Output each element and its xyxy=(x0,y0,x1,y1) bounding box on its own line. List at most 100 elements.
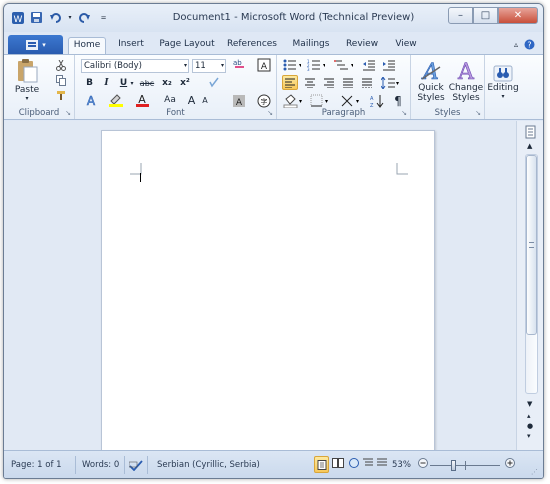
editing-group: Editing ▾ xyxy=(485,55,521,119)
web-layout-icon[interactable] xyxy=(348,458,360,473)
subscript-button[interactable]: x₂ xyxy=(160,76,174,90)
paste-dropdown-icon[interactable]: ▾ xyxy=(25,95,28,102)
print-layout-icon xyxy=(317,459,326,470)
tab-view[interactable]: View xyxy=(390,37,422,54)
bold-button[interactable]: B xyxy=(83,76,96,90)
copy-icon[interactable] xyxy=(54,74,68,87)
minimize-button[interactable]: – xyxy=(448,7,473,24)
svg-text:▾: ▾ xyxy=(396,80,399,87)
zoom-slider[interactable] xyxy=(430,458,500,473)
svg-text:▾: ▾ xyxy=(325,98,328,105)
justify-icon[interactable] xyxy=(340,75,356,90)
cut-icon[interactable] xyxy=(54,59,68,72)
underline-dropdown-icon[interactable]: ▾ xyxy=(129,76,135,90)
zoom-slider-thumb[interactable] xyxy=(451,460,456,471)
align-center-icon[interactable] xyxy=(302,75,318,90)
shrink-font-button[interactable]: A xyxy=(199,93,211,107)
tab-home[interactable]: Home xyxy=(68,37,106,54)
font-color-icon[interactable]: A xyxy=(132,93,154,107)
resize-grip-icon[interactable]: ⋰ xyxy=(531,465,538,478)
quick-styles-label: Quick Styles xyxy=(417,83,445,103)
change-case-button[interactable]: Aa xyxy=(159,93,181,107)
font-name-combo[interactable]: Calibri (Body) ▾ xyxy=(81,59,189,73)
zoom-slider-center-tick xyxy=(465,461,466,470)
shading-icon[interactable]: ▾ xyxy=(282,93,304,108)
superscript-button[interactable]: x² xyxy=(178,76,192,90)
change-styles-button[interactable]: A Change Styles xyxy=(449,57,483,105)
enclose-characters-icon[interactable]: 字 xyxy=(256,93,272,108)
multilevel-list-icon[interactable]: ▾ xyxy=(332,58,354,72)
tab-page-layout[interactable]: Page Layout xyxy=(156,37,218,54)
paragraph-group: ▾ 123▾ ▾ xyxy=(277,55,411,119)
scroll-down-icon[interactable]: ▼ xyxy=(527,400,532,408)
outline-view-icon[interactable] xyxy=(362,458,374,473)
scroll-track[interactable] xyxy=(525,154,538,394)
show-formatting-icon[interactable]: ¶ xyxy=(390,93,406,108)
font-size-value: 11 xyxy=(195,61,206,71)
language-indicator[interactable]: Serbian (Cyrillic, Serbia) xyxy=(157,458,260,473)
clipboard-launcher-icon[interactable]: ↘ xyxy=(65,109,71,117)
page-count[interactable]: Page: 1 of 1 xyxy=(11,458,62,473)
font-size-combo[interactable]: 11 ▾ xyxy=(192,59,226,73)
sort-icon[interactable]: AZ xyxy=(369,93,385,108)
print-layout-view-button[interactable] xyxy=(314,456,329,473)
text-box-icon[interactable]: A xyxy=(256,57,272,73)
previous-page-icon[interactable]: ▴ xyxy=(527,412,531,420)
numbering-icon[interactable]: 123▾ xyxy=(306,58,326,72)
strikethrough-button[interactable]: abc xyxy=(137,76,157,90)
close-button[interactable]: ✕ xyxy=(498,7,538,24)
paste-button[interactable]: Paste ▾ xyxy=(12,58,42,102)
borders-icon[interactable]: ▾ xyxy=(309,93,331,108)
character-shading-icon[interactable]: A xyxy=(231,93,247,108)
asian-layout-icon[interactable]: ▾ xyxy=(340,93,362,108)
ruler-toggle-icon[interactable] xyxy=(524,125,538,142)
next-page-icon[interactable]: ▾ xyxy=(527,432,531,440)
styles-launcher-icon[interactable]: ↘ xyxy=(475,109,481,117)
draft-view-icon[interactable] xyxy=(376,458,388,473)
text-effects-icon[interactable]: A xyxy=(81,93,101,107)
align-left-button[interactable] xyxy=(282,75,298,90)
zoom-in-button[interactable] xyxy=(505,458,515,473)
styles-group-label: Styles xyxy=(434,108,461,118)
svg-text:A: A xyxy=(261,62,268,72)
vertical-scrollbar[interactable]: ▲ ▼ ▴ ● ▾ xyxy=(516,121,543,450)
tab-review[interactable]: Review xyxy=(342,37,382,54)
paragraph-launcher-icon[interactable]: ↘ xyxy=(401,109,407,117)
italic-button[interactable]: I xyxy=(100,76,113,90)
zoom-level[interactable]: 53% xyxy=(392,458,411,473)
full-screen-reading-icon[interactable] xyxy=(332,458,344,473)
browse-object-icon[interactable]: ● xyxy=(527,422,533,430)
document-page[interactable] xyxy=(101,130,435,460)
tab-references[interactable]: References xyxy=(226,37,278,54)
line-spacing-icon[interactable]: ▾ xyxy=(380,75,400,90)
align-right-icon[interactable] xyxy=(321,75,337,90)
scroll-thumb[interactable] xyxy=(526,155,537,335)
tab-mailings[interactable]: Mailings xyxy=(289,37,333,54)
decrease-indent-icon[interactable] xyxy=(360,58,378,72)
zoom-out-button[interactable] xyxy=(418,458,428,473)
zoom-out-icon xyxy=(418,458,428,468)
word-count[interactable]: Words: 0 xyxy=(82,458,119,473)
svg-text:A: A xyxy=(236,98,243,108)
grow-font-button[interactable]: A xyxy=(185,93,198,107)
format-painter-icon[interactable] xyxy=(54,89,68,102)
proofing-icon[interactable] xyxy=(128,460,143,475)
distributed-icon[interactable] xyxy=(359,75,375,90)
highlight-color-icon[interactable] xyxy=(105,93,127,107)
minimize-ribbon-icon[interactable]: ▵ xyxy=(514,40,518,49)
editing-button[interactable]: Editing ▾ xyxy=(487,57,519,105)
bullets-icon[interactable]: ▾ xyxy=(282,58,302,72)
svg-text:Z: Z xyxy=(370,103,374,108)
document-area[interactable] xyxy=(4,121,516,460)
increase-indent-icon[interactable] xyxy=(380,58,398,72)
text-cursor xyxy=(140,173,141,182)
help-icon[interactable]: ? xyxy=(524,39,535,50)
scroll-up-icon[interactable]: ▲ xyxy=(527,142,532,150)
font-launcher-icon[interactable]: ↘ xyxy=(267,109,273,117)
file-tab[interactable]: ▾ xyxy=(8,35,63,54)
tab-insert[interactable]: Insert xyxy=(111,37,151,54)
change-case-icon[interactable] xyxy=(206,76,224,90)
clear-formatting-icon[interactable]: ab xyxy=(231,57,247,73)
maximize-button[interactable]: □ xyxy=(473,7,498,24)
quick-styles-button[interactable]: A Quick Styles xyxy=(414,57,448,105)
